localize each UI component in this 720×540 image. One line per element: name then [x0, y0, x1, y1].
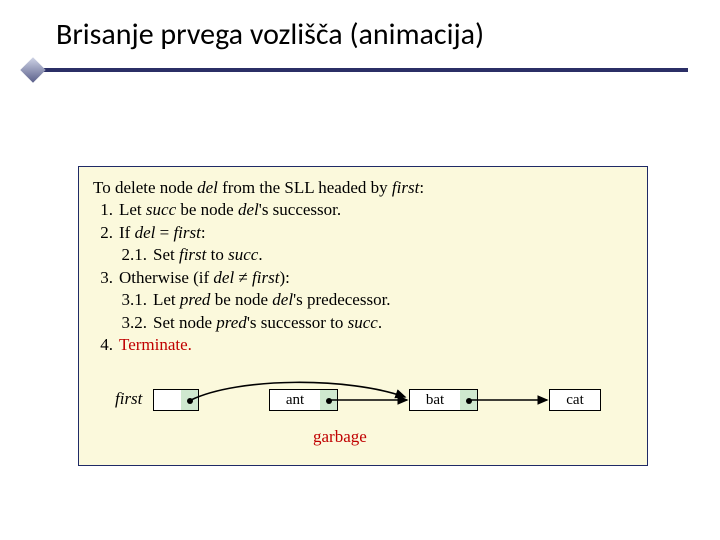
algorithm-text: To delete node del from the SLL headed b… — [79, 167, 647, 357]
terminate-step: Terminate. — [119, 334, 192, 356]
node-cat: cat — [549, 389, 601, 411]
diamond-icon — [20, 57, 45, 82]
garbage-label: garbage — [313, 427, 367, 447]
slide-title: Brisanje prvega vozlišča (animacija) — [56, 16, 680, 53]
linked-list-diagram: first ant bat cat garbage — [79, 379, 649, 457]
title-rule — [0, 61, 720, 79]
arrow-bat-to-cat — [471, 397, 553, 407]
algorithm-panel: To delete node del from the SLL headed b… — [78, 166, 648, 466]
arrow-ant-to-bat — [331, 397, 413, 407]
first-pointer-label: first — [115, 389, 142, 409]
